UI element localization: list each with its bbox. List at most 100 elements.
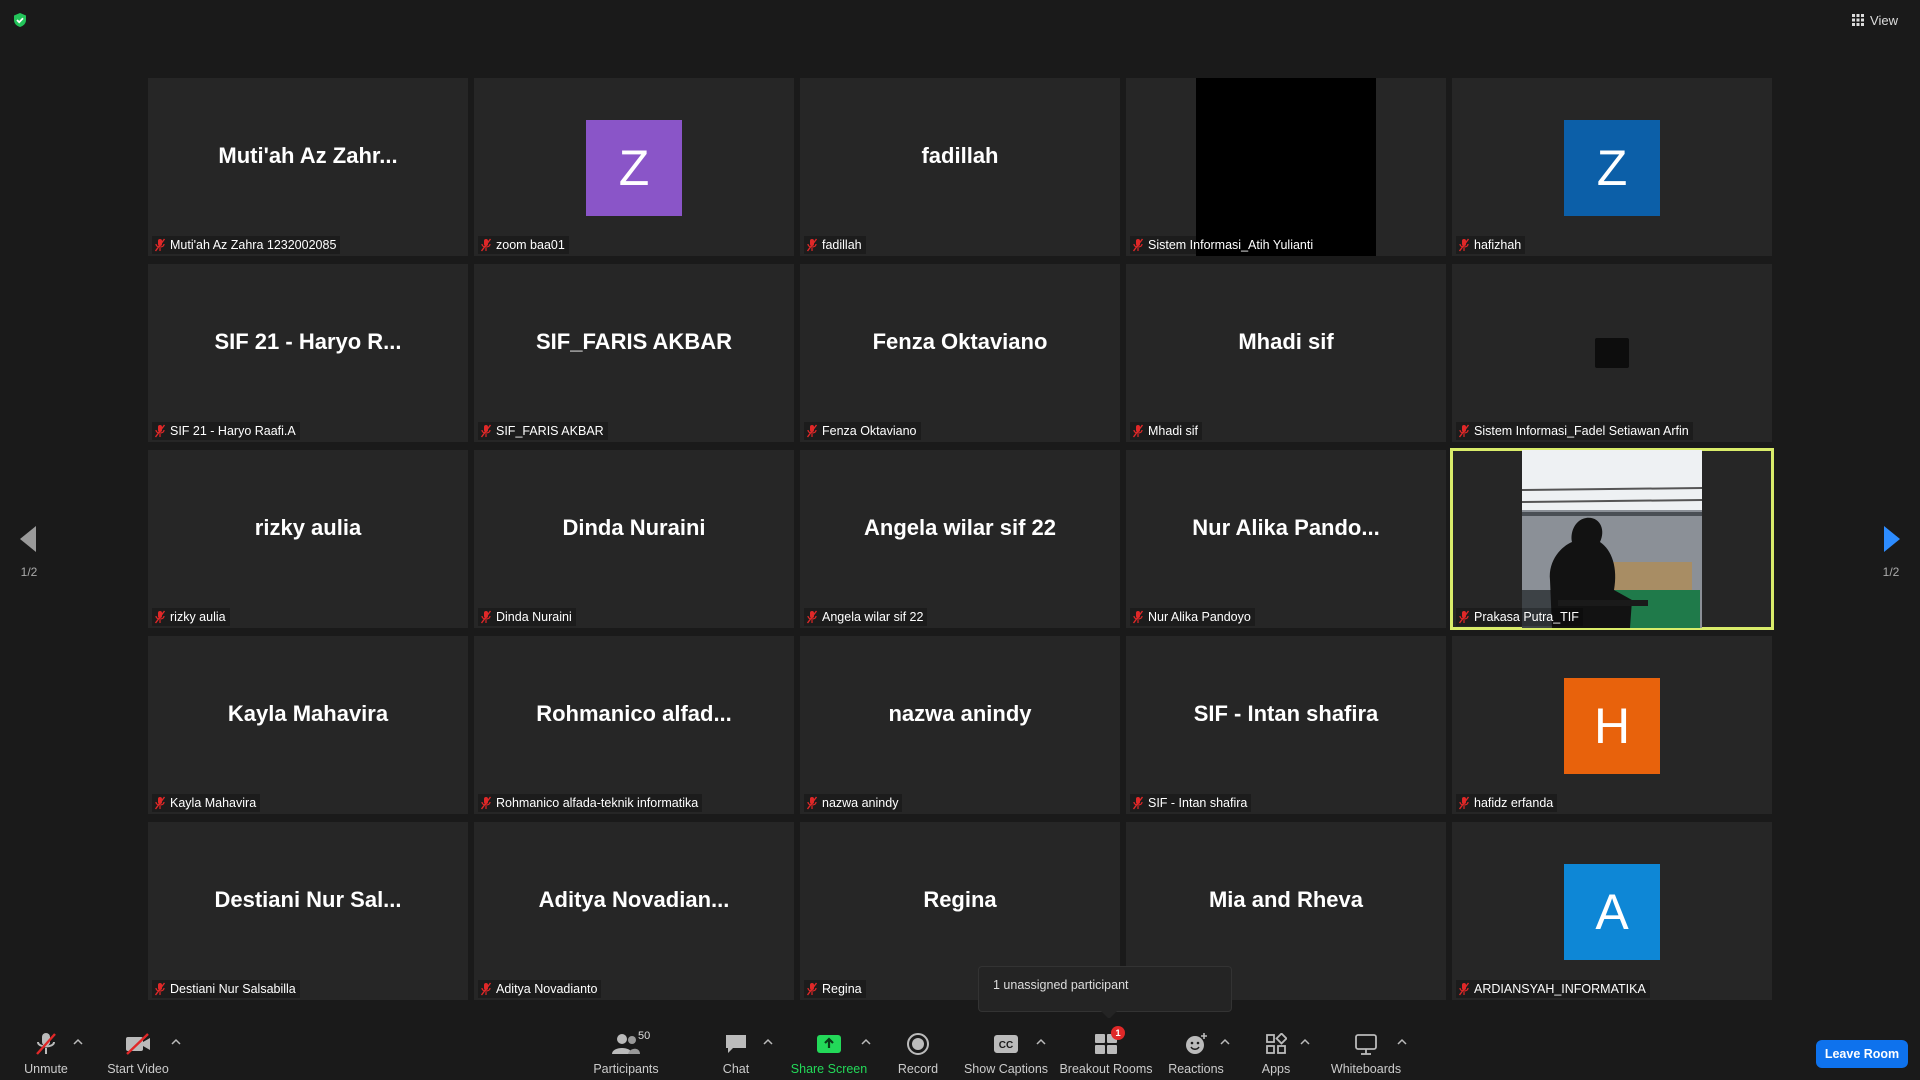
participant-tile[interactable]: Zzoom baa01 [474, 78, 794, 256]
participant-name-label: hafizhah [1456, 236, 1526, 254]
participant-display-name: Regina [923, 887, 997, 912]
participant-name-label: SIF_FARIS AKBAR [478, 422, 608, 440]
participant-display-name: Mia and Rheva [1208, 887, 1364, 912]
microphone-muted-icon [154, 424, 166, 438]
share-options-caret-icon[interactable] [861, 1038, 871, 1046]
participant-name-text: Nur Alika Pandoyo [1148, 610, 1251, 624]
participant-tile[interactable]: Sistem Informasi_Atih Yulianti [1126, 78, 1446, 256]
participants-count: 50 [638, 1030, 651, 1042]
participant-name-label: Fenza Oktaviano [804, 422, 921, 440]
participant-name-text: Aditya Novadianto [496, 982, 598, 996]
view-button[interactable]: View [1844, 8, 1906, 32]
tooltip-text: 1 unassigned participant [993, 978, 1129, 992]
record-button[interactable]: Record [873, 1032, 963, 1076]
participant-tile[interactable]: rizky aulia rizky aulia [148, 450, 468, 628]
participant-name-label: Dinda Nuraini [478, 608, 576, 626]
breakout-rooms-label: Breakout Rooms [1059, 1062, 1153, 1076]
participant-name-label: fadillah [804, 236, 866, 254]
chat-label: Chat [722, 1062, 750, 1076]
audio-options-caret-icon[interactable] [73, 1038, 83, 1046]
page-indicator-left: 1/2 [20, 565, 38, 579]
reactions-label: Reactions [1168, 1062, 1224, 1076]
captions-options-caret-icon[interactable] [1036, 1038, 1046, 1046]
participant-tile[interactable]: Muti'ah Az Zahr... Muti'ah Az Zahra 12320… [148, 78, 468, 256]
participant-tile[interactable]: Sistem Informasi_Fadel Setiawan Arfin [1452, 264, 1772, 442]
show-captions-label: Show Captions [963, 1062, 1049, 1076]
participant-name-label: ARDIANSYAH_INFORMATIKA [1456, 980, 1650, 998]
reactions-options-caret-icon[interactable] [1220, 1038, 1230, 1046]
participant-avatar: Z [1564, 120, 1660, 216]
participant-tile[interactable]: SIF 21 - Haryo R... SIF 21 - Haryo Raafi.… [148, 264, 468, 442]
leave-room-button[interactable]: Leave Room [1816, 1040, 1908, 1068]
participant-name-label: Muti'ah Az Zahra 1232002085 [152, 236, 341, 254]
previous-page-arrow-icon[interactable] [18, 526, 38, 552]
participant-name-label: Sistem Informasi_Fadel Setiawan Arfin [1456, 422, 1693, 440]
whiteboards-label: Whiteboards [1330, 1062, 1402, 1076]
participant-tile[interactable]: Angela wilar sif 22 Angela wilar sif 22 [800, 450, 1120, 628]
participant-name-label: Nur Alika Pandoyo [1130, 608, 1255, 626]
microphone-muted-icon [1458, 796, 1470, 810]
participant-name-text: Mhadi sif [1148, 424, 1199, 438]
participant-tile[interactable]: Nur Alika Pando... Nur Alika Pandoyo [1126, 450, 1446, 628]
participant-tile[interactable]: Aditya Novadian... Aditya Novadianto [474, 822, 794, 1000]
participant-tile[interactable]: Zhafizhah [1452, 78, 1772, 256]
view-label: View [1870, 12, 1898, 28]
participant-tile[interactable]: A ARDIANSYAH_INFORMATIKA [1452, 822, 1772, 1000]
participant-name-text: Sistem Informasi_Atih Yulianti [1148, 238, 1314, 252]
participant-name-label: nazwa anindy [804, 794, 903, 812]
participant-tile[interactable]: Prakasa Putra_TIF [1450, 448, 1774, 630]
participants-label: Participants [593, 1062, 659, 1076]
participant-tile[interactable]: Hhafidz erfanda [1452, 636, 1772, 814]
participant-name-text: Regina [822, 982, 862, 996]
start-video-button[interactable]: Start Video [93, 1032, 183, 1076]
top-bar: View [0, 0, 1920, 40]
participants-button[interactable]: 50 Participants [581, 1030, 671, 1076]
apps-label: Apps [1261, 1062, 1291, 1076]
participant-name-text: rizky aulia [170, 610, 226, 624]
participant-tile[interactable]: SIF_FARIS AKBAR SIF_FARIS AKBAR [474, 264, 794, 442]
participant-tile[interactable]: Destiani Nur Sal... Destiani Nur Salsabil… [148, 822, 468, 1000]
chat-bubble-icon [726, 1035, 746, 1053]
participant-display-name: SIF_FARIS AKBAR [536, 329, 732, 354]
participant-name-text: hafidz erfanda [1474, 796, 1554, 810]
participant-tile[interactable]: Dinda Nuraini Dinda Nuraini [474, 450, 794, 628]
microphone-muted-icon [1458, 238, 1470, 252]
participant-tile[interactable]: Fenza Oktaviano Fenza Oktaviano [800, 264, 1120, 442]
participant-tile[interactable]: Rohmanico alfad... Rohmanico alfada-tekni… [474, 636, 794, 814]
breakout-rooms-button[interactable]: 1 Breakout Rooms [1059, 1026, 1153, 1076]
participant-display-name: SIF 21 - Haryo R... [214, 329, 402, 354]
next-page-arrow-icon[interactable] [1882, 526, 1902, 552]
participant-display-name: Destiani Nur Sal... [214, 887, 402, 912]
microphone-muted-icon [1132, 424, 1144, 438]
participant-display-name: fadillah [921, 143, 999, 168]
participant-display-name: Kayla Mahavira [227, 701, 389, 726]
microphone-muted-icon [1132, 610, 1144, 624]
microphone-muted-icon [154, 238, 166, 252]
participant-display-name: nazwa anindy [888, 701, 1032, 726]
participant-name-text: Sistem Informasi_Fadel Setiawan Arfin [1474, 424, 1689, 438]
participant-name-text: Rohmanico alfada-teknik informatika [496, 796, 699, 810]
share-screen-arrow-icon [817, 1035, 841, 1053]
captions-cc-icon: CC [994, 1035, 1018, 1053]
participant-tile[interactable]: Kayla Mahavira Kayla Mahavira [148, 636, 468, 814]
participant-tile[interactable]: SIF - Intan shafira SIF - Intan shafira [1126, 636, 1446, 814]
meeting-window: View 1/2 1/2 Muti'ah Az Zahr... Muti'ah A… [0, 0, 1920, 1080]
video-options-caret-icon[interactable] [171, 1038, 181, 1046]
chat-options-caret-icon[interactable] [763, 1038, 773, 1046]
whiteboards-options-caret-icon[interactable] [1397, 1038, 1407, 1046]
participant-display-name: Angela wilar sif 22 [864, 515, 1056, 540]
participant-name-text: Kayla Mahavira [170, 796, 257, 810]
apps-options-caret-icon[interactable] [1300, 1038, 1310, 1046]
encryption-shield-icon[interactable] [12, 12, 28, 28]
participant-tile[interactable]: Mhadi sif Mhadi sif [1126, 264, 1446, 442]
participant-name-label: SIF 21 - Haryo Raafi.A [152, 422, 300, 440]
microphone-muted-icon [154, 982, 166, 996]
participant-name-label: Prakasa Putra_TIF [1456, 608, 1583, 626]
participant-tile[interactable]: fadillah fadillah [800, 78, 1120, 256]
participant-tile[interactable]: nazwa anindy nazwa anindy [800, 636, 1120, 814]
start-video-label: Start Video [107, 1062, 169, 1076]
participant-name-label: Sistem Informasi_Atih Yulianti [1130, 236, 1318, 254]
participant-display-name: Nur Alika Pando... [1192, 515, 1380, 540]
participant-name-label: rizky aulia [152, 608, 230, 626]
participant-camera-video [1522, 450, 1702, 628]
